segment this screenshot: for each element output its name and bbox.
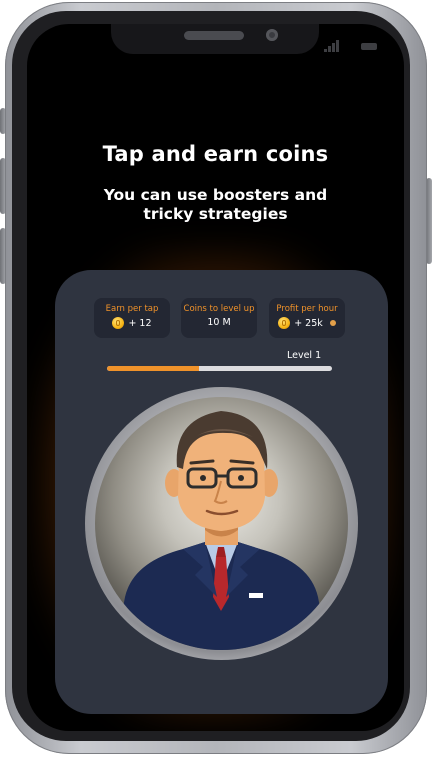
stat-value-row: 10 M: [181, 317, 257, 328]
level-label: Level 1: [287, 350, 322, 361]
stat-label: Earn per tap: [105, 304, 159, 314]
page-subtitle: You can use boosters and tricky strategi…: [27, 186, 404, 224]
tap-coin-button[interactable]: [85, 387, 358, 660]
stat-earn-per-tap[interactable]: Earn per tap + 12: [94, 298, 170, 338]
stat-coins-to-level-up[interactable]: Coins to level up 10 M: [181, 298, 257, 338]
stat-profit-per-hour[interactable]: Profit per hour + 25k: [269, 298, 345, 338]
phone-screen: Tap and earn coins You can use boosters …: [27, 24, 404, 731]
stat-value: + 25k: [294, 317, 323, 329]
stat-value: 10 M: [207, 317, 231, 328]
stat-value-row: + 12: [94, 317, 170, 329]
level-progress-fill: [107, 366, 200, 371]
speaker-grille: [184, 31, 244, 40]
coin-icon: [278, 317, 291, 329]
notch: [111, 24, 319, 54]
page-title: Tap and earn coins: [102, 142, 329, 166]
stat-label: Profit per hour: [276, 304, 338, 314]
signal-icon: [324, 40, 342, 52]
stat-value: + 12: [128, 317, 152, 329]
stat-label: Coins to level up: [183, 304, 255, 314]
battery-icon: [361, 43, 377, 50]
tap-game-card: Earn per tap + 12 Coins to level up 10 M…: [55, 270, 388, 714]
tap-coin-face: [95, 397, 348, 650]
mockup-stage: Tap and earn coins You can use boosters …: [0, 0, 432, 757]
stat-value-row: + 25k: [269, 317, 345, 329]
businessman-avatar-icon: [115, 411, 328, 650]
info-icon[interactable]: [329, 320, 336, 326]
coin-icon: [112, 317, 125, 329]
level-progress-bar: [107, 366, 332, 371]
subtitle-line-2: tricky strategies: [143, 205, 288, 223]
subtitle-line-1: You can use boosters and: [103, 186, 328, 204]
front-camera-icon: [266, 29, 278, 41]
